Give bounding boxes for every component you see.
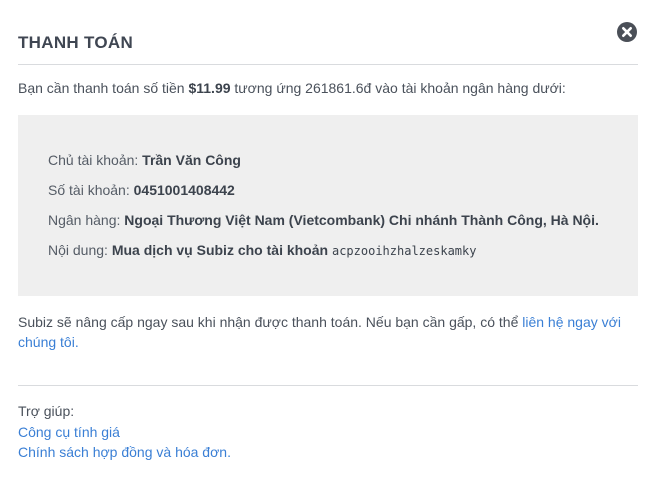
transfer-content-value: Mua dịch vụ Subiz cho tài khoản xyxy=(111,242,332,258)
help-title: Trợ giúp: xyxy=(18,403,75,419)
bank-name-value: Ngoại Thương Việt Nam (Vietcombank) Chi … xyxy=(124,212,599,228)
account-number-value: 0451001408442 xyxy=(133,182,235,198)
account-code: acpzooihzhalzeskamky xyxy=(331,244,477,258)
bank-name-label: Ngân hàng: xyxy=(48,212,125,228)
close-icon[interactable] xyxy=(617,22,637,42)
payment-amount: $11.99 xyxy=(188,80,231,96)
payment-modal: THANH TOÁN Bạn cần thanh toán số tiền $1… xyxy=(0,0,658,483)
account-number-label: Số tài khoản: xyxy=(48,182,134,198)
modal-title: THANH TOÁN xyxy=(18,33,134,52)
header-divider xyxy=(18,64,638,65)
bank-info-box: Chủ tài khoản: Trần Văn Công Số tài khoả… xyxy=(18,115,638,296)
upgrade-note-text: Subiz sẽ nâng cấp ngay sau khi nhận được… xyxy=(18,314,523,330)
account-holder-label: Chủ tài khoản: xyxy=(48,152,143,168)
contract-invoice-policy-link[interactable]: Chính sách hợp đồng và hóa đơn. xyxy=(18,444,231,460)
payment-instruction: Bạn cần thanh toán số tiền $11.99 tương … xyxy=(18,80,638,96)
account-number-row: Số tài khoản: 0451001408442 xyxy=(48,182,235,198)
account-holder-row: Chủ tài khoản: Trần Văn Công xyxy=(48,152,241,168)
transfer-content-row: Nội dung: Mua dịch vụ Subiz cho tài khoả… xyxy=(48,242,476,258)
instruction-suffix: tương ứng 261861.6đ vào tài khoản ngân h… xyxy=(230,80,566,96)
instruction-prefix: Bạn cần thanh toán số tiền xyxy=(18,80,189,96)
account-holder-value: Trần Văn Công xyxy=(142,152,241,168)
help-divider xyxy=(18,385,638,386)
pricing-tool-link[interactable]: Công cụ tính giá xyxy=(18,424,120,440)
upgrade-note: Subiz sẽ nâng cấp ngay sau khi nhận được… xyxy=(18,312,643,352)
bank-name-row: Ngân hàng: Ngoại Thương Việt Nam (Vietco… xyxy=(48,212,599,228)
transfer-content-label: Nội dung: xyxy=(48,242,112,258)
